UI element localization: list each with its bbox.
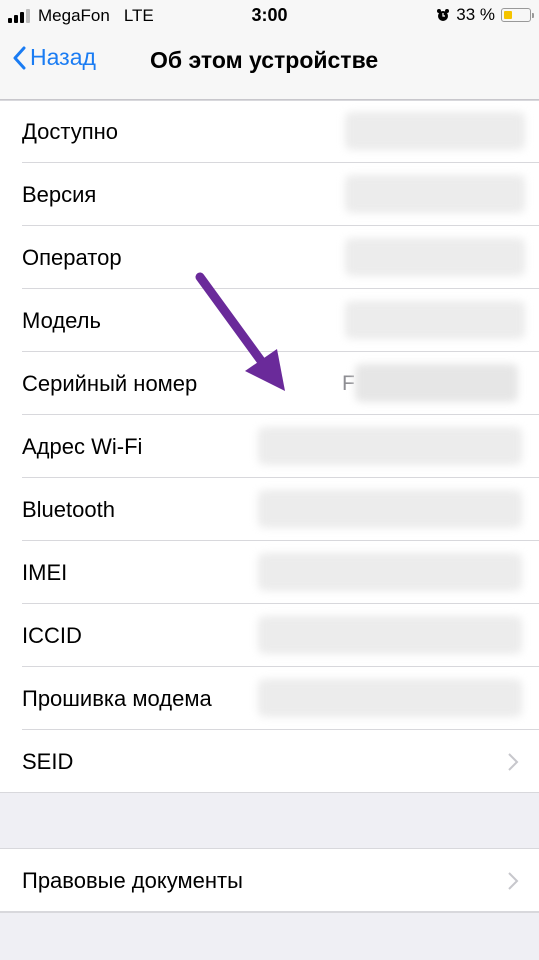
row-label: Адрес Wi-Fi [22,433,143,459]
alarm-icon [437,9,450,21]
row-label: ICCID [22,622,82,648]
list-row: Прошивка модема [0,667,539,730]
back-label: Назад [30,44,96,70]
row-label: Bluetooth [22,496,115,522]
row-label: SEID [22,748,74,774]
navigation-bar: Назад Об этом устройстве [0,32,539,100]
redacted-value [355,364,518,402]
row-label: Правовые документы [22,867,243,893]
chevron-left-icon [13,46,26,69]
list-row: IMEI [0,541,539,604]
list-row: Bluetooth [0,478,539,541]
device-info-list: Доступно Версия Оператор Модель Серийный ном… [0,100,539,793]
row-label: Прошивка модема [22,685,212,711]
redacted-value [258,616,522,654]
list-row: Адрес Wi-Fi [0,415,539,478]
redacted-value [345,301,525,339]
page-title: Об этом устройстве [150,47,379,73]
status-bar: MegaFon LTE 3:00 33 % [0,0,539,32]
legal-documents-row[interactable]: Правовые документы [0,848,539,913]
list-row[interactable]: SEID [0,730,539,793]
battery-percent: 33 % [456,5,495,24]
redacted-value [258,679,522,717]
chevron-right-icon [508,872,519,890]
chevron-right-icon [508,753,519,771]
row-label: IMEI [22,559,68,585]
row-label: Модель [22,307,101,333]
list-row: ICCID [0,604,539,667]
list-row: Доступно [0,100,539,163]
list-row: Версия [0,163,539,226]
row-value: F [342,371,355,395]
redacted-value [345,112,525,150]
redacted-value [345,175,525,213]
battery-icon [501,8,534,22]
row-label: Версия [22,181,97,207]
row-label: Оператор [22,244,122,270]
back-button[interactable]: Назад [12,44,96,71]
annotation-arrow [195,272,285,391]
redacted-value [258,427,522,465]
redacted-value [258,490,522,528]
row-label: Доступно [22,118,119,144]
redacted-value [345,238,525,276]
row-label: Серийный номер [22,370,198,396]
redacted-value [258,553,522,591]
